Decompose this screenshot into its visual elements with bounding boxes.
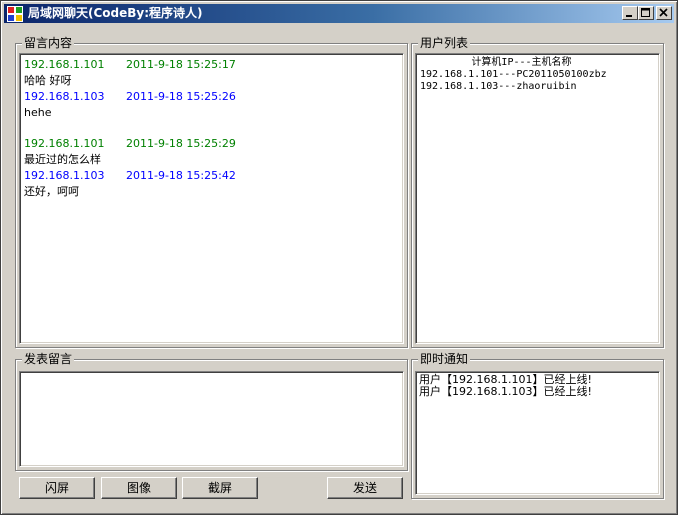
users-group-label: 用户列表 — [418, 36, 471, 50]
notice-group-label: 即时通知 — [418, 352, 471, 366]
message-text: hehe — [24, 106, 52, 119]
message-time: 2011-9-18 15:25:26 — [126, 90, 236, 103]
app-icon[interactable] — [7, 6, 23, 22]
user-row[interactable]: 192.168.1.101---PC2011050100zbz — [420, 69, 659, 81]
message-meta: 192.168.1.103 2011-9-18 15:25:26 — [24, 89, 403, 105]
minimize-icon — [626, 15, 632, 17]
message-text: 最近过的怎么样 — [24, 153, 101, 166]
chat-window: 局域网聊天(CodeBy:程序诗人) 留言内容 192.168.1.101 201… — [0, 0, 678, 515]
message-ip: 192.168.1.101 — [24, 137, 105, 150]
user-list[interactable]: 计算机IP---主机名称 192.168.1.101---PC201105010… — [415, 53, 660, 344]
notice-row: 用户【192.168.1.103】已经上线! — [419, 385, 592, 398]
user-list-header: 计算机IP---主机名称 — [471, 57, 572, 68]
maximize-button[interactable] — [638, 6, 654, 20]
window-title: 局域网聊天(CodeBy:程序诗人) — [28, 6, 203, 20]
messages-panel[interactable]: 192.168.1.101 2011-9-18 15:25:17 哈哈 好呀 192.… — [19, 53, 404, 344]
users-group: 用户列表 计算机IP---主机名称 192.168.1.101---PC2011… — [411, 36, 664, 348]
message-meta: 192.168.1.101 2011-9-18 15:25:17 — [24, 57, 403, 73]
messages-group-label: 留言内容 — [22, 36, 75, 50]
messages-group: 留言内容 192.168.1.101 2011-9-18 15:25:17 哈哈 好… — [15, 36, 408, 348]
notice-rows: 用户【192.168.1.101】已经上线! 用户【192.168.1.103】已… — [416, 372, 659, 398]
message-list: 192.168.1.101 2011-9-18 15:25:17 哈哈 好呀 192.… — [20, 54, 403, 200]
image-button[interactable]: 图像 — [101, 477, 177, 499]
send-button[interactable]: 发送 — [327, 477, 403, 499]
maximize-icon — [641, 8, 650, 17]
message-time: 2011-9-18 15:25:17 — [126, 58, 236, 71]
close-icon — [659, 8, 668, 17]
screenshot-button[interactable]: 截屏 — [182, 477, 258, 499]
close-button[interactable] — [656, 6, 672, 20]
notice-list[interactable]: 用户【192.168.1.101】已经上线! 用户【192.168.1.103】已… — [415, 371, 660, 495]
compose-input[interactable] — [19, 371, 404, 467]
message-meta: 192.168.1.103 2011-9-18 15:25:42 — [24, 168, 403, 184]
message-time: 2011-9-18 15:25:42 — [126, 169, 236, 182]
message-ip: 192.168.1.103 — [24, 90, 105, 103]
compose-group-label: 发表留言 — [22, 352, 75, 366]
compose-group: 发表留言 — [15, 352, 408, 471]
notice-group: 即时通知 用户【192.168.1.101】已经上线! 用户【192.168.1.… — [411, 352, 664, 499]
message-time: 2011-9-18 15:25:29 — [126, 137, 236, 150]
shake-button[interactable]: 闪屏 — [19, 477, 95, 499]
message-meta: 192.168.1.101 2011-9-18 15:25:29 — [24, 136, 403, 152]
message-ip: 192.168.1.103 — [24, 169, 105, 182]
user-rows: 192.168.1.101---PC2011050100zbz 192.168.1… — [420, 69, 659, 93]
minimize-button[interactable] — [622, 6, 638, 20]
message-text: 哈哈 好呀 — [24, 74, 72, 87]
user-row[interactable]: 192.168.1.103---zhaoruibin — [420, 81, 659, 93]
message-ip: 192.168.1.101 — [24, 58, 105, 71]
title-bar[interactable]: 局域网聊天(CodeBy:程序诗人) — [4, 4, 674, 23]
message-text: 还好，呵呵 — [24, 185, 79, 198]
